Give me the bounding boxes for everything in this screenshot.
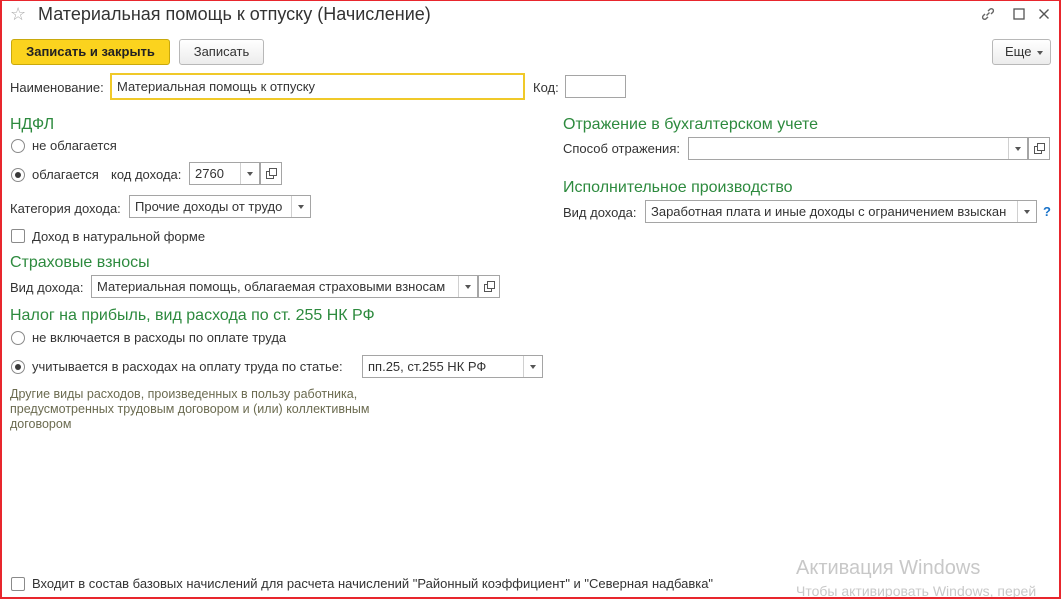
article-dropdown-icon[interactable] (523, 356, 542, 377)
ndfl-taxed-label: облагается (32, 167, 99, 182)
open-form-icon (484, 281, 495, 292)
profit-not-included-radio[interactable] (11, 331, 25, 345)
profit-included-label: учитывается в расходах на оплату труда п… (32, 359, 343, 374)
chevron-down-icon (1037, 51, 1043, 55)
base-accruals-checkbox[interactable] (11, 577, 25, 591)
save-and-close-button[interactable]: Записать и закрыть (11, 39, 170, 65)
income-code-dropdown-icon[interactable] (240, 163, 259, 184)
name-field-value: Материальная помощь к отпуску (117, 79, 316, 94)
income-category-label: Категория дохода: (10, 201, 121, 216)
maximize-icon[interactable] (1011, 6, 1027, 22)
activation-watermark-text: Чтобы активировать Windows, перей (796, 583, 1037, 597)
income-code-value: 2760 (195, 166, 224, 181)
more-label: Еще (1005, 44, 1032, 59)
insurance-section-title: Страховые взносы (10, 254, 150, 271)
ndfl-section-title: НДФЛ (10, 116, 55, 133)
income-category-value: Прочие доходы от трудо (135, 199, 283, 214)
code-field[interactable] (565, 75, 626, 98)
enforcement-income-type-field[interactable]: Заработная плата и иные доходы с огранич… (645, 200, 1037, 223)
enforcement-income-type-label: Вид дохода: (563, 205, 637, 220)
more-button[interactable]: Еще (992, 39, 1051, 65)
code-label: Код: (533, 80, 559, 95)
ndfl-not-taxed-label: не облагается (32, 138, 117, 153)
income-category-field[interactable]: Прочие доходы от трудо (129, 195, 311, 218)
income-category-dropdown-icon[interactable] (291, 196, 310, 217)
help-icon[interactable]: ? (1043, 204, 1051, 219)
income-code-field[interactable]: 2760 (189, 162, 260, 185)
save-button[interactable]: Записать (179, 39, 264, 65)
open-form-icon (266, 168, 277, 179)
page-title: Материальная помощь к отпуску (Начислени… (38, 4, 431, 24)
article-value: пп.25, ст.255 НК РФ (368, 359, 487, 374)
open-form-icon (1034, 143, 1045, 154)
in-kind-label: Доход в натуральной форме (32, 229, 206, 244)
insurance-income-type-open-button[interactable] (478, 275, 500, 298)
profit-included-radio[interactable] (11, 360, 25, 374)
insurance-income-type-label: Вид дохода: (10, 280, 84, 295)
base-accruals-label: Входит в состав базовых начислений для р… (32, 576, 714, 591)
name-field[interactable]: Материальная помощь к отпуску (110, 73, 525, 100)
enforcement-income-type-dropdown-icon[interactable] (1017, 201, 1036, 222)
accounting-method-dropdown-icon[interactable] (1008, 138, 1027, 159)
insurance-income-type-value: Материальная помощь, облагаемая страховы… (97, 279, 446, 294)
accounting-method-field[interactable] (688, 137, 1028, 160)
income-code-open-button[interactable] (260, 162, 282, 185)
income-code-label: код дохода: (111, 167, 182, 182)
ndfl-not-taxed-radio[interactable] (11, 139, 25, 153)
profit-tax-note: Другие виды расходов, произведенных в по… (10, 387, 370, 431)
link-icon[interactable] (980, 6, 996, 22)
ndfl-taxed-radio[interactable] (11, 168, 25, 182)
in-kind-checkbox[interactable] (11, 229, 25, 243)
activation-watermark-title: Активация Windows (796, 557, 981, 579)
profit-tax-section-title: Налог на прибыль, вид расхода по ст. 255… (10, 307, 375, 324)
enforcement-income-type-value: Заработная плата и иные доходы с огранич… (651, 204, 1007, 219)
name-label: Наименование: (10, 80, 104, 95)
article-field[interactable]: пп.25, ст.255 НК РФ (362, 355, 543, 378)
accounting-method-label: Способ отражения: (563, 141, 680, 156)
insurance-income-type-dropdown-icon[interactable] (458, 276, 477, 297)
insurance-income-type-field[interactable]: Материальная помощь, облагаемая страховы… (91, 275, 478, 298)
accounting-section-title: Отражение в бухгалтерском учете (563, 116, 818, 133)
accounting-method-open-button[interactable] (1028, 137, 1050, 160)
profit-not-included-label: не включается в расходы по оплате труда (32, 330, 287, 345)
close-icon[interactable] (1036, 6, 1052, 22)
favorite-star-icon[interactable]: ☆ (10, 4, 26, 25)
enforcement-section-title: Исполнительное производство (563, 179, 793, 196)
